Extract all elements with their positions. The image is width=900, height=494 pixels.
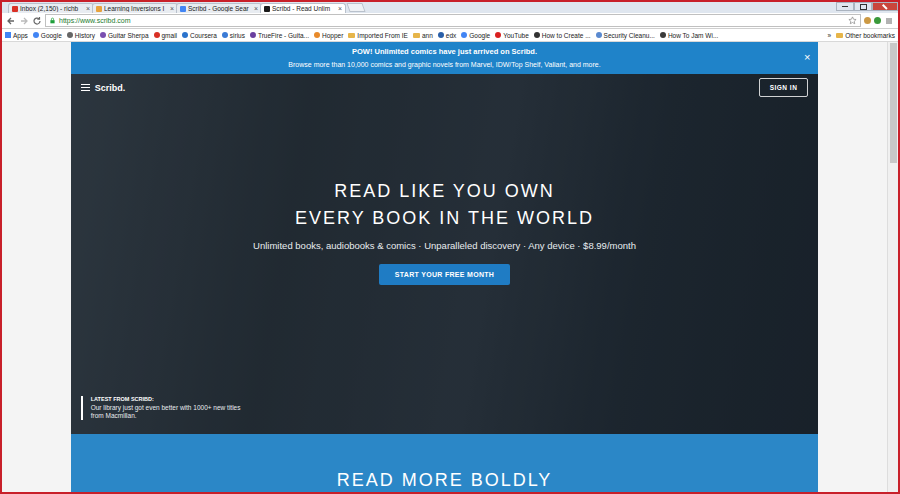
site-icon — [534, 32, 540, 38]
bookmark[interactable]: TrueFire - Guita... — [250, 32, 309, 39]
minimize-icon[interactable] — [836, 2, 854, 11]
bookmark[interactable]: Hopper — [314, 32, 343, 39]
maximize-icon[interactable] — [854, 2, 872, 11]
site-icon — [222, 32, 228, 38]
site-icon — [660, 32, 666, 38]
forward-arrow-icon[interactable] — [19, 16, 29, 26]
favicon-icon — [96, 6, 102, 12]
hero-title: READ LIKE YOU OWN — [334, 178, 555, 205]
bookmark[interactable]: Apps — [5, 32, 28, 39]
toolbar: https://www.scribd.com — [2, 13, 898, 29]
site-icon — [67, 32, 73, 38]
window-controls — [836, 2, 898, 11]
bookmark[interactable]: edx — [438, 32, 456, 39]
site-icon — [182, 32, 188, 38]
bookmark[interactable]: History — [67, 32, 95, 39]
site-nav: Scribd. SIGN IN — [71, 74, 819, 97]
site-icon — [495, 32, 501, 38]
browser-tab[interactable]: Scribd - Read Unlim× — [260, 3, 346, 13]
favicon-icon — [12, 6, 18, 12]
bookmark[interactable]: Google — [461, 32, 490, 39]
tab-close-button[interactable]: × — [338, 5, 342, 12]
new-tab-button[interactable] — [346, 3, 365, 12]
scrollbar[interactable] — [887, 42, 898, 492]
back-arrow-icon[interactable] — [6, 16, 16, 26]
site-icon — [33, 32, 39, 38]
banner-close-button[interactable]: × — [804, 51, 810, 63]
bookmark[interactable]: sirius — [222, 32, 245, 39]
site-icon — [461, 32, 467, 38]
bookmark[interactable]: Guitar Sherpa — [100, 32, 148, 39]
hamburger-icon[interactable] — [81, 84, 90, 92]
folder-icon — [836, 33, 843, 38]
site-icon — [438, 32, 444, 38]
site-icon — [250, 32, 256, 38]
address-bar[interactable]: https://www.scribd.com — [45, 14, 861, 27]
hero: Scribd.SIGN INREAD LIKE YOU OWNEVERY BOO… — [71, 74, 819, 434]
browser-tab[interactable]: Inbox (2,150) - richb× — [8, 3, 94, 13]
site-icon — [154, 32, 160, 38]
site-icon — [314, 32, 320, 38]
lock-icon — [49, 17, 56, 24]
hero-subtitle: Unlimited books, audiobooks & comics · U… — [253, 240, 636, 251]
bookmark[interactable]: ann — [413, 32, 433, 39]
read-more-section: READ MORE BOLDLY — [71, 434, 819, 492]
latest-news[interactable]: LATEST FROM SCRIBD:Our library just got … — [81, 396, 251, 420]
bookmarks-bar: Apps Google History Guitar Sherpa gmail Cours… — [2, 29, 898, 42]
screenshot: Inbox (2,150) - richb×Learning Inversion… — [0, 0, 900, 494]
bookmark[interactable]: Google — [33, 32, 62, 39]
folder-icon — [413, 33, 420, 38]
hero-title: EVERY BOOK IN THE WORLD — [295, 205, 594, 232]
promo-banner: POW! Unlimited comics have just arrived … — [71, 42, 819, 74]
extension-icon[interactable] — [864, 17, 871, 24]
bookmark[interactable]: Security Cleanu... — [596, 32, 655, 39]
bookmark[interactable]: Imported From IE — [348, 32, 408, 39]
browser-tab[interactable]: Learning Inversions I× — [92, 3, 178, 13]
scribd-logo[interactable]: Scribd. — [95, 83, 126, 93]
free-month-button[interactable]: START YOUR FREE MONTH — [379, 264, 510, 285]
site-icon — [596, 32, 602, 38]
sign-in-button[interactable]: SIGN IN — [759, 78, 809, 97]
other-bookmarks[interactable]: Other bookmarks — [836, 32, 895, 39]
reload-icon[interactable] — [32, 16, 42, 26]
tab-strip: Inbox (2,150) - richb×Learning Inversion… — [2, 2, 898, 13]
scribd-page: POW! Unlimited comics have just arrived … — [71, 42, 819, 492]
tab-close-button[interactable]: × — [86, 5, 90, 12]
folder-icon — [348, 33, 355, 38]
page-viewport: POW! Unlimited comics have just arrived … — [2, 42, 898, 492]
site-icon — [100, 32, 106, 38]
favicon-icon — [264, 6, 270, 12]
apps-grid-icon — [5, 32, 11, 38]
bookmark[interactable]: Coursera — [182, 32, 217, 39]
tab-close-button[interactable]: × — [254, 5, 258, 12]
close-window-icon[interactable] — [872, 2, 898, 11]
bookmark[interactable]: YouTube — [495, 32, 529, 39]
menu-icon[interactable] — [884, 16, 894, 26]
tab-close-button[interactable]: × — [170, 5, 174, 12]
bookmark[interactable]: gmail — [154, 32, 178, 39]
browser-tab[interactable]: Scribd - Google Sear× — [176, 3, 262, 13]
bookmarks-overflow[interactable]: » — [828, 32, 832, 39]
bookmark[interactable]: How to Create ... — [534, 32, 591, 39]
star-icon[interactable] — [848, 16, 857, 25]
hero-content: READ LIKE YOU OWNEVERY BOOK IN THE WORLD… — [71, 97, 819, 396]
favicon-icon — [180, 6, 186, 12]
extension-icon[interactable] — [874, 17, 881, 24]
bookmark[interactable]: How To Jam Wi... — [660, 32, 718, 39]
